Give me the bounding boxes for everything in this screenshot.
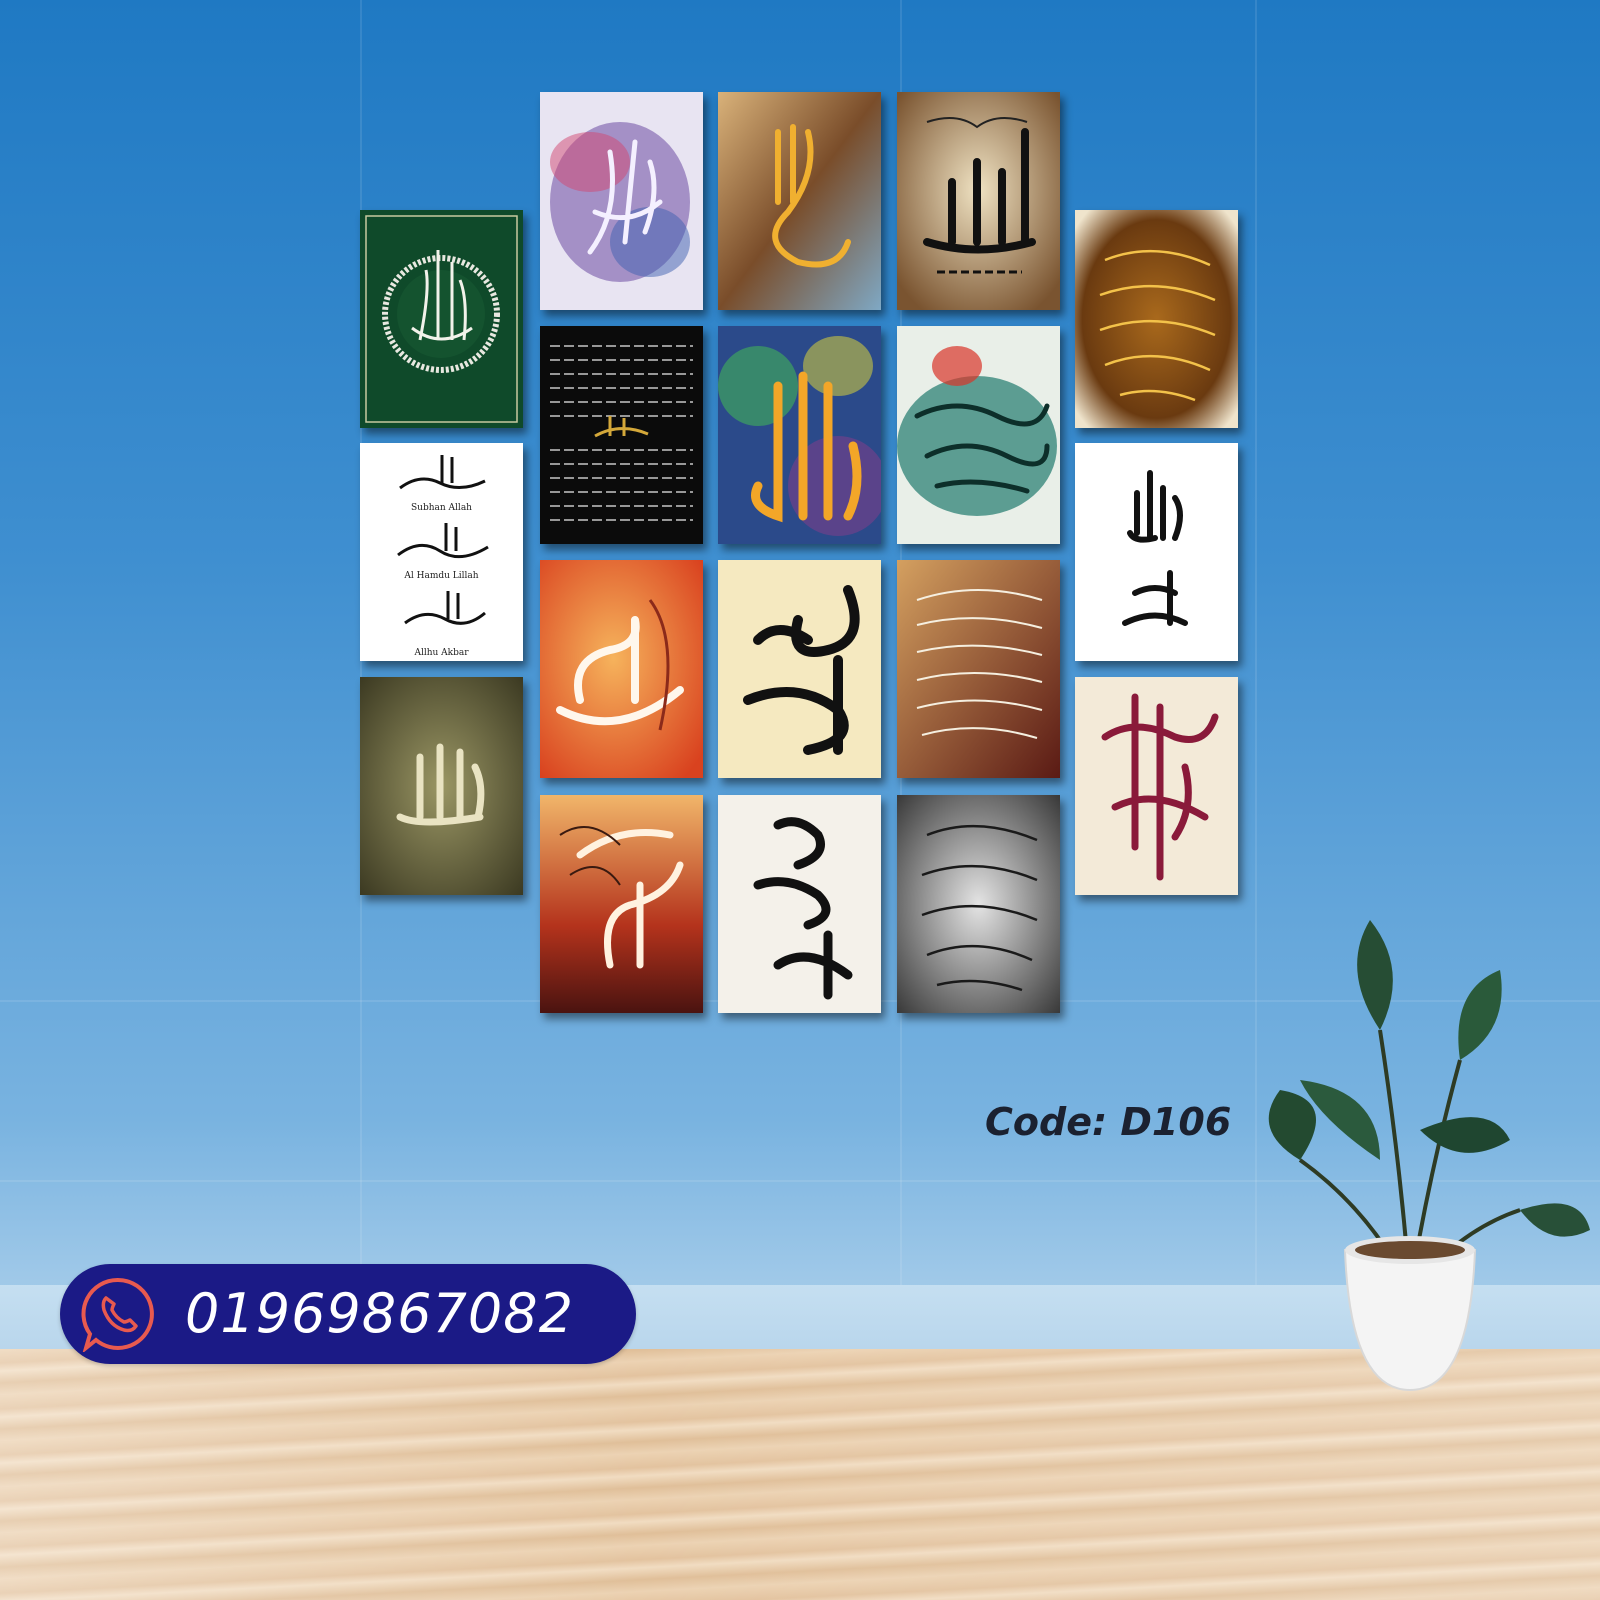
frame-watercolor-purple [540,92,703,310]
frame-white-ya-wadud [718,795,881,1013]
frame-golden-verse [718,92,881,310]
frame-maroon-ya-karim [1075,677,1238,895]
frame-colorful-allah [718,326,881,544]
frame-white-tasbih: Subhan Allah Al Hamdu Lillah Allhu Akbar [360,443,523,661]
frame-olive-allah [360,677,523,895]
frame-brick-allah [897,92,1060,310]
frame-red-ashrah [540,795,703,1013]
caption-subhan-allah: Subhan Allah [411,503,472,513]
potted-plant [1260,910,1600,1430]
frame-cream-ya-wadud [718,560,881,778]
frame-orange-qul [540,560,703,778]
caption-al-hamdu-lillah: Al Hamdu Lillah [404,571,479,581]
contact-phone-pill[interactable]: 01969867082 [60,1264,636,1364]
frame-teal-ala-bidhikrillah [897,326,1060,544]
frame-black-99-names [540,326,703,544]
whatsapp-icon [80,1276,156,1354]
phone-number: 01969867082 [185,1282,574,1345]
frame-grey-ayatul-kursi [897,795,1060,1013]
product-code-label: Code: D106 [985,1100,1232,1144]
frame-gold-durood [1075,210,1238,428]
frame-green-ayatul-kursi [360,210,523,428]
frame-white-allah-muhammad [1075,443,1238,661]
wall-panel-line [1255,0,1257,1290]
frame-brown-ayat [897,560,1060,778]
product-photo-scene: Subhan Allah Al Hamdu Lillah Allhu Akbar [0,0,1600,1600]
caption-allhu-akbar: Allhu Akbar [414,648,469,658]
